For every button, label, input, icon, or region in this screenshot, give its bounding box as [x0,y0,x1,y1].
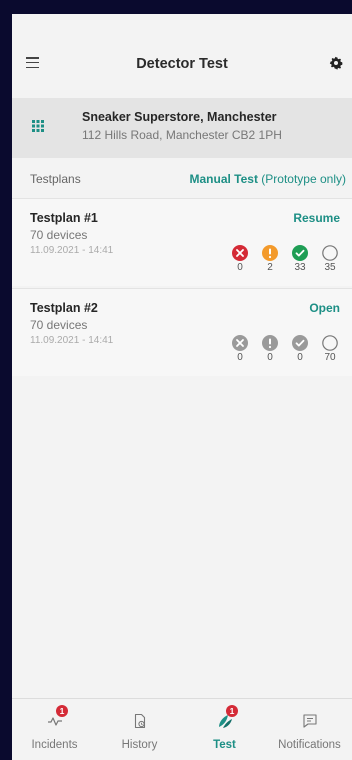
location-card[interactable]: Sneaker Superstore, Manchester 112 Hills… [12,98,352,158]
testplan-card[interactable]: Testplan #1 70 devices 11.09.2021 - 14:4… [12,198,352,286]
testplans-label: Testplans [30,172,81,186]
untested-count: 35 [324,262,336,273]
app-screen: Detector Test Sneaker Superstore, Manche… [12,14,352,760]
untested-count: 70 [324,352,336,363]
testplans-section-header: Testplans Manual Test (Prototype only) [12,166,352,192]
failed-x-icon [232,335,248,351]
tab-incidents[interactable]: 1 Incidents [12,699,97,760]
history-icon [134,713,146,729]
manual-test-link[interactable]: Manual Test (Prototype only) [189,172,346,186]
location-address: 112 Hills Road, Manchester CB2 1PH [82,128,282,142]
message-icon [303,714,317,728]
tab-label: Test [213,739,236,751]
testplan-device-count: 70 devices [30,318,88,332]
tab-label: History [121,739,158,751]
failed-status: 0 [230,245,250,273]
passed-count: 0 [297,352,303,363]
empty-circle-icon [322,245,338,261]
testplan-device-count: 70 devices [30,228,88,242]
tab-test[interactable]: 1 Test [182,699,267,760]
app-bar: Detector Test [12,50,352,78]
building-grid-icon [32,120,44,132]
passed-check-icon [292,335,308,351]
warning-exclamation-icon [262,335,278,351]
warning-status: 0 [260,335,280,363]
tab-history[interactable]: History [97,699,182,760]
passed-count: 33 [294,262,306,273]
resume-button[interactable]: Resume [293,211,340,225]
prototype-note: (Prototype only) [257,172,346,186]
failed-count: 0 [237,262,243,273]
failed-status: 0 [230,335,250,363]
failed-count: 0 [237,352,243,363]
gear-icon[interactable] [328,55,344,71]
passed-status: 33 [290,245,310,273]
page-title: Detector Test [136,56,228,72]
warning-count: 0 [267,352,273,363]
testplan-date: 11.09.2021 - 14:41 [30,245,114,256]
testplan-card[interactable]: Testplan #2 70 devices 11.09.2021 - 14:4… [12,288,352,376]
test-badge: 1 [226,705,238,717]
tab-label: Incidents [31,739,78,751]
untested-status: 70 [320,335,340,363]
tab-label: Notifications [278,739,341,751]
testplan-name: Testplan #2 [30,301,98,315]
warning-exclamation-icon [262,245,278,261]
untested-status: 35 [320,245,340,273]
location-name: Sneaker Superstore, Manchester [82,110,277,124]
passed-check-icon [292,245,308,261]
testplan-date: 11.09.2021 - 14:41 [30,335,114,346]
open-button[interactable]: Open [309,301,340,315]
testplan-name: Testplan #1 [30,211,98,225]
warning-count: 2 [267,262,273,273]
empty-content-area [12,386,352,698]
bottom-tab-bar: 1 Incidents History 1 Test Notifications [12,698,352,760]
passed-status: 0 [290,335,310,363]
incidents-badge: 1 [56,705,68,717]
tab-notifications[interactable]: Notifications [267,699,352,760]
empty-circle-icon [322,335,338,351]
manual-test-label: Manual Test [189,172,258,186]
failed-x-icon [232,245,248,261]
warning-status: 2 [260,245,280,273]
